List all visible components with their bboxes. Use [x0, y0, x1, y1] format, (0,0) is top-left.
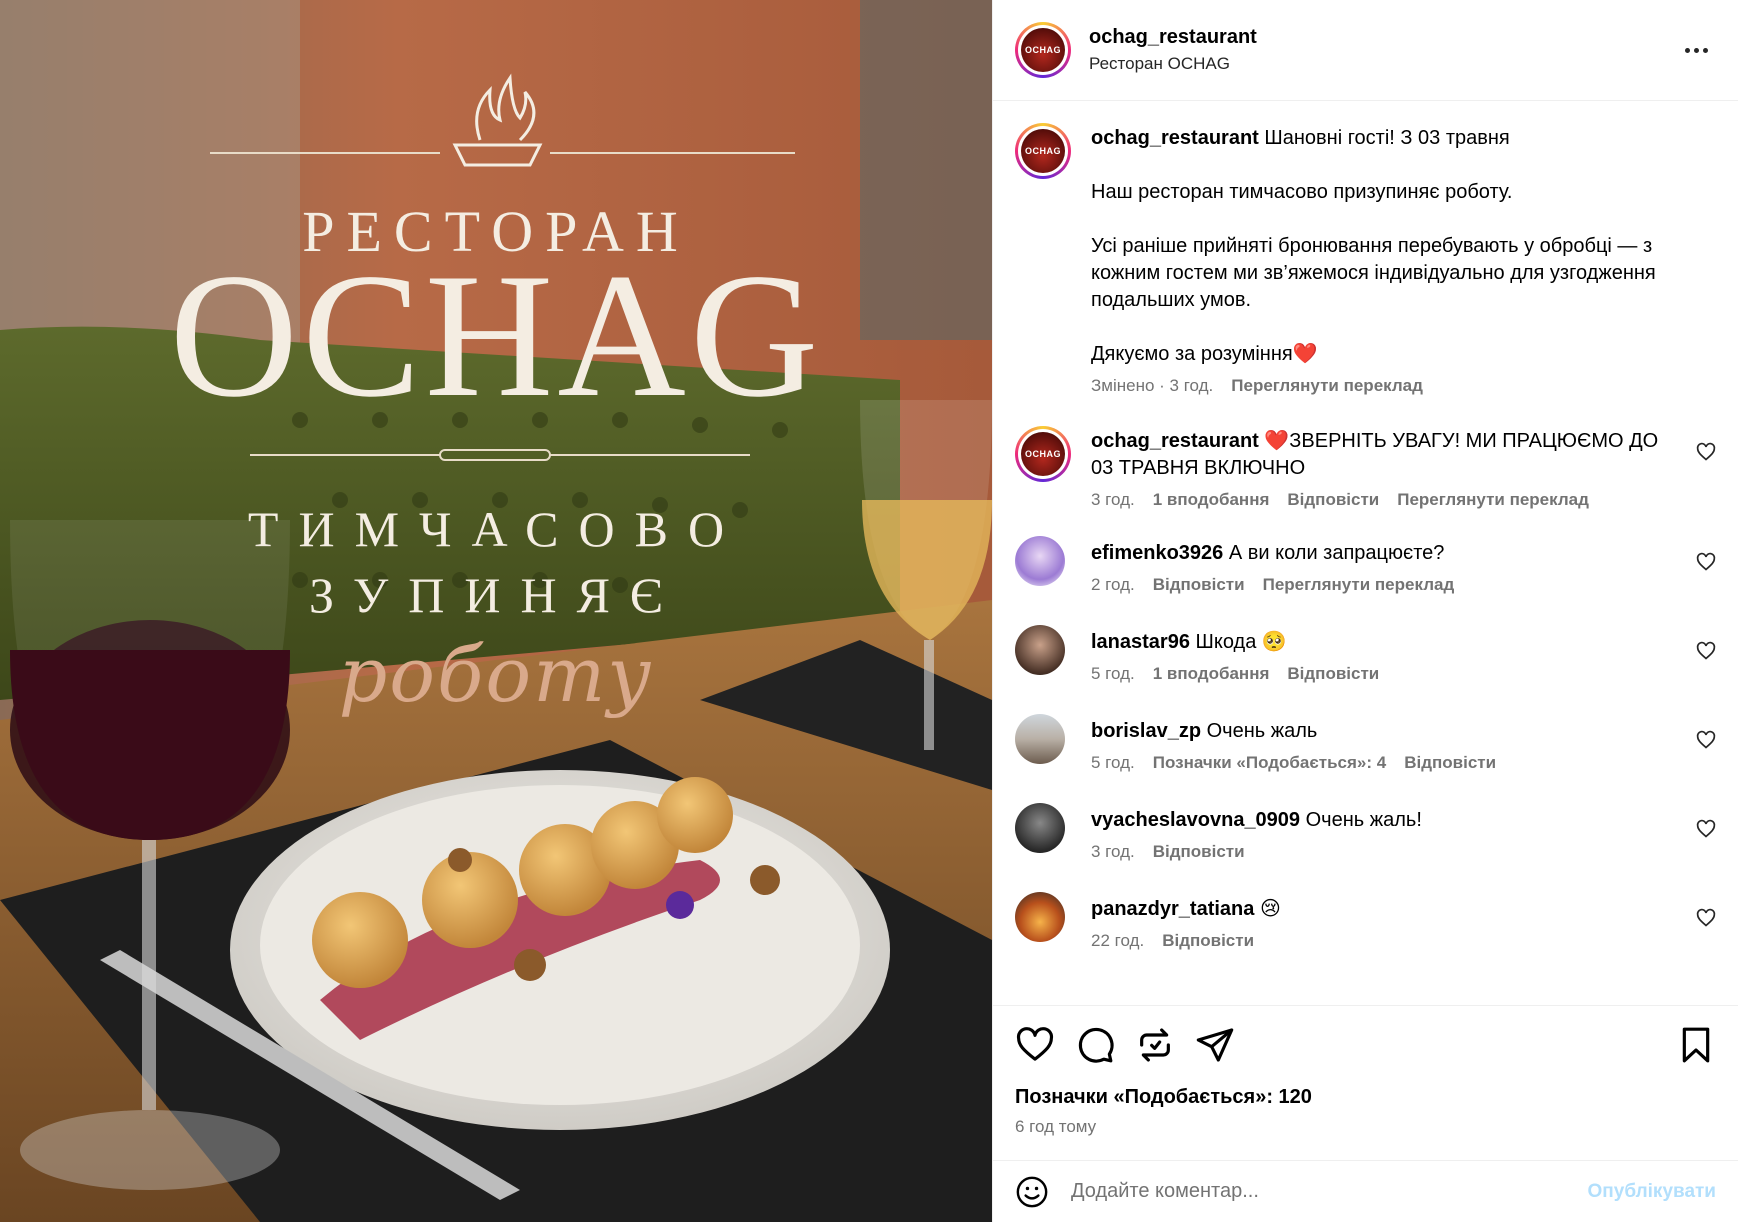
emoji-icon[interactable]	[1015, 1175, 1049, 1209]
overlay-brand-name: OCHAG	[169, 236, 823, 434]
comment-time: 3 год.	[1091, 842, 1135, 861]
comment-item: vyacheslavovna_0909 Очень жаль! 3 год. В…	[1015, 803, 1716, 862]
caption-translate-link[interactable]: Переглянути переклад	[1231, 376, 1423, 396]
more-options-icon[interactable]	[1676, 35, 1716, 65]
bookmark-icon[interactable]	[1676, 1025, 1716, 1065]
repost-icon[interactable]	[1135, 1025, 1175, 1065]
comment-reply-button[interactable]: Відповісти	[1287, 664, 1379, 684]
comment-reply-button[interactable]: Відповісти	[1153, 575, 1245, 595]
avatar-logo: OCHAG	[1021, 432, 1065, 476]
comment-text: Очень жаль	[1206, 720, 1318, 742]
comment-item: panazdyr_tatiana 😢 22 год. Відповісти	[1015, 892, 1716, 951]
caption-line1: Шановні гості! З 03 травня	[1264, 127, 1510, 149]
comment-text: Очень жаль!	[1305, 809, 1422, 831]
comment-time: 22 год.	[1091, 931, 1145, 950]
caption-p3: Усі раніше прийняті бронювання перебуваю…	[1091, 235, 1656, 311]
comment-like-icon[interactable]	[1696, 442, 1716, 462]
publish-button[interactable]: Опублікувати	[1588, 1181, 1717, 1203]
comment-like-icon[interactable]	[1696, 730, 1716, 750]
comment-like-icon[interactable]	[1696, 908, 1716, 928]
comment-time: 3 год.	[1091, 490, 1135, 509]
caption-p4: Дякуємо за розуміння❤️	[1091, 343, 1318, 365]
comment-username[interactable]: borislav_zp	[1091, 720, 1201, 742]
post-actions: Позначки «Подобається»: 120 6 год тому	[993, 1005, 1738, 1160]
comment-likes[interactable]: Позначки «Подобається»: 4	[1153, 753, 1386, 773]
comment-avatar[interactable]: OCHAG	[1015, 426, 1071, 482]
comment-translate-link[interactable]: Переглянути переклад	[1263, 575, 1455, 595]
comment-text: 😢	[1259, 898, 1281, 920]
heart-icon[interactable]	[1015, 1025, 1055, 1065]
comment-avatar[interactable]	[1015, 536, 1065, 586]
likes-count[interactable]: Позначки «Подобається»: 120	[1015, 1086, 1716, 1109]
caption-edited-time: Змінено · 3 год.	[1091, 376, 1214, 395]
comment-icon[interactable]	[1075, 1025, 1115, 1065]
comment-avatar[interactable]	[1015, 892, 1065, 942]
comment-reply-button[interactable]: Відповісти	[1162, 931, 1254, 951]
post-header: OCHAG ochag_restaurant Ресторан OCHAG	[993, 0, 1738, 101]
overlay-work-script: роботу	[338, 630, 654, 719]
comment-time: 5 год.	[1091, 753, 1135, 772]
comment-text: Шкода 🥺	[1195, 631, 1287, 653]
author-location[interactable]: Ресторан OCHAG	[1089, 54, 1676, 74]
comment-likes[interactable]: 1 вподобання	[1153, 664, 1270, 684]
comment-reply-button[interactable]: Відповісти	[1287, 490, 1379, 510]
avatar-logo: OCHAG	[1021, 28, 1065, 72]
caption-username[interactable]: ochag_restaurant	[1091, 127, 1259, 149]
overlay-temporarily: ТИМЧАСОВО	[247, 501, 745, 557]
comment-item: efimenko3926 А ви коли запрацюєте? 2 год…	[1015, 536, 1716, 595]
comment-avatar[interactable]	[1015, 714, 1065, 764]
instagram-post-view: РЕСТОРАН OCHAG ТИМЧАСОВО ЗУПИНЯЄ роботу …	[0, 0, 1738, 1222]
comment-username[interactable]: lanastar96	[1091, 631, 1190, 653]
post-image[interactable]: РЕСТОРАН OCHAG ТИМЧАСОВО ЗУПИНЯЄ роботу	[0, 0, 992, 1222]
comment-like-icon[interactable]	[1696, 819, 1716, 839]
comment-item: borislav_zp Очень жаль 5 год. Позначки «…	[1015, 714, 1716, 773]
comment-username[interactable]: vyacheslavovna_0909	[1091, 809, 1300, 831]
author-avatar[interactable]: OCHAG	[1015, 22, 1071, 78]
comment-like-icon[interactable]	[1696, 641, 1716, 661]
comment-avatar[interactable]	[1015, 625, 1065, 675]
comment-text: А ви коли запрацюєте?	[1228, 542, 1445, 564]
comment-item: OCHAG ochag_restaurant ❤️ЗВЕРНІТЬ УВАГУ!…	[1015, 426, 1716, 510]
comment-username[interactable]: panazdyr_tatiana	[1091, 898, 1254, 920]
share-icon[interactable]	[1195, 1025, 1235, 1065]
caption-avatar[interactable]: OCHAG	[1015, 123, 1071, 179]
comment-reply-button[interactable]: Відповісти	[1153, 842, 1245, 862]
comment-username[interactable]: efimenko3926	[1091, 542, 1223, 564]
comment-input[interactable]	[1071, 1180, 1588, 1203]
post-caption: OCHAG ochag_restaurant Шановні гості! З …	[1015, 123, 1716, 396]
overlay-stops: ЗУПИНЯЄ	[309, 567, 683, 623]
comments-list[interactable]: OCHAG ochag_restaurant Шановні гості! З …	[993, 101, 1738, 1005]
comment-likes[interactable]: 1 вподобання	[1153, 490, 1270, 510]
post-time[interactable]: 6 год тому	[1015, 1117, 1716, 1137]
caption-p2: Наш ресторан тимчасово призупиняє роботу…	[1091, 181, 1513, 203]
post-sidebar: OCHAG ochag_restaurant Ресторан OCHAG OC…	[992, 0, 1738, 1222]
comment-reply-button[interactable]: Відповісти	[1404, 753, 1496, 773]
add-comment-bar: Опублікувати	[993, 1160, 1738, 1222]
comment-time: 5 год.	[1091, 664, 1135, 683]
comment-avatar[interactable]	[1015, 803, 1065, 853]
comment-like-icon[interactable]	[1696, 552, 1716, 572]
comment-username[interactable]: ochag_restaurant	[1091, 430, 1259, 452]
author-username[interactable]: ochag_restaurant	[1089, 26, 1676, 49]
comment-item: lanastar96 Шкода 🥺 5 год. 1 вподобання В…	[1015, 625, 1716, 684]
avatar-logo: OCHAG	[1021, 129, 1065, 173]
comment-translate-link[interactable]: Переглянути переклад	[1397, 490, 1589, 510]
comment-time: 2 год.	[1091, 575, 1135, 594]
